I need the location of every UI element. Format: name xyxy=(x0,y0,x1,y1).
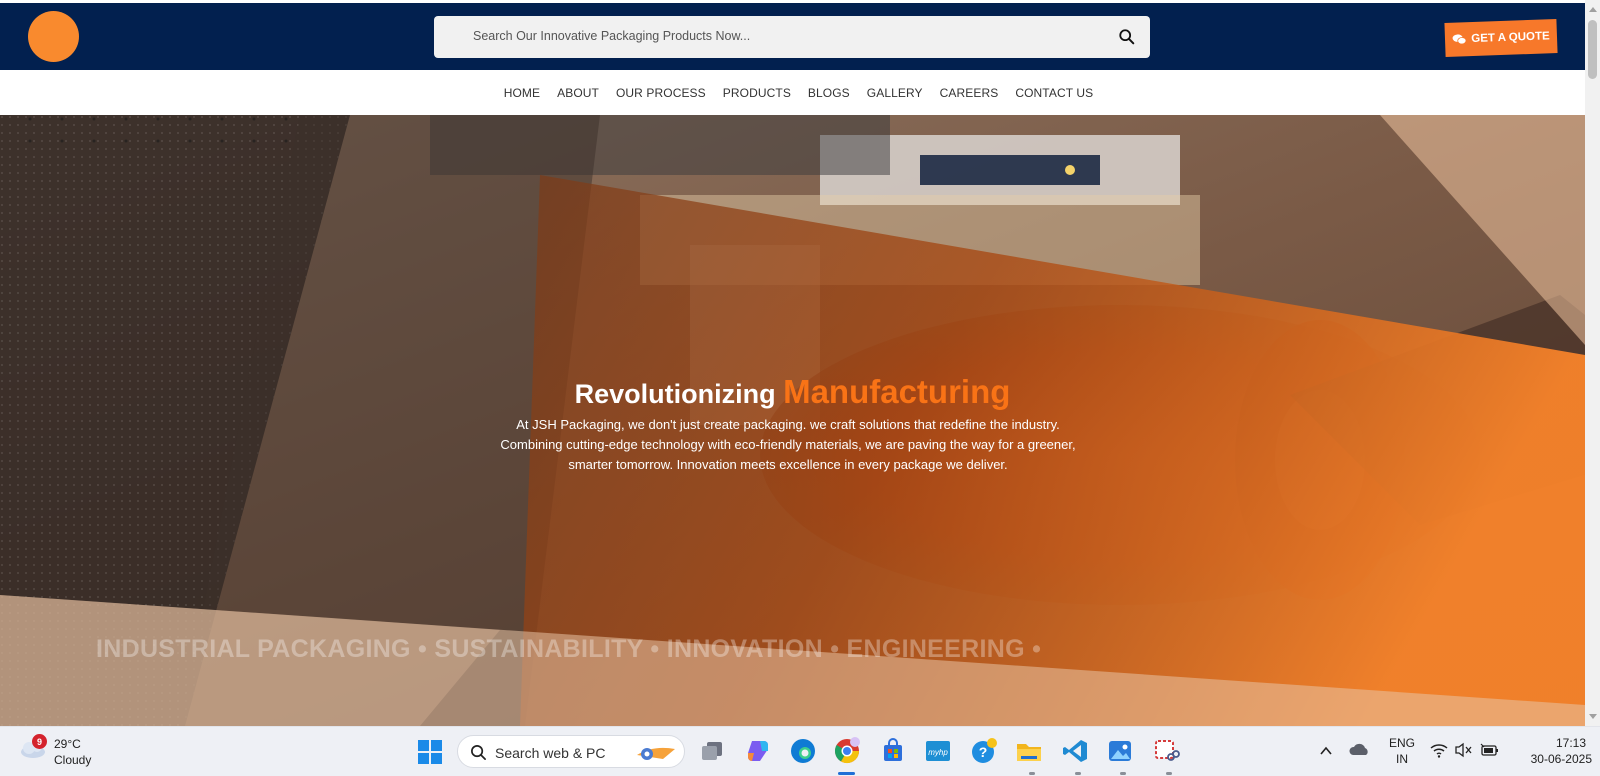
running-indicator xyxy=(1075,772,1081,775)
chat-icon xyxy=(1452,34,1467,45)
weather-widget[interactable]: 9 29°C Cloudy xyxy=(18,734,92,768)
page-scrollbar[interactable] xyxy=(1585,0,1600,726)
site-logo[interactable] xyxy=(28,11,79,62)
clock-time: 17:13 xyxy=(1555,736,1586,750)
vscode-icon[interactable] xyxy=(1061,737,1089,765)
search-icon[interactable] xyxy=(1118,28,1136,46)
wifi-icon[interactable] xyxy=(1430,742,1448,758)
language-indicator[interactable]: ENG IN xyxy=(1387,735,1417,767)
nav-home[interactable]: HOME xyxy=(504,86,540,100)
nav-careers[interactable]: CAREERS xyxy=(940,86,999,100)
windows-taskbar: 9 29°C Cloudy Search web & PC myhp ? ENG… xyxy=(0,726,1600,776)
hero-banner: Revolutionizing Manufacturing At JSH Pac… xyxy=(0,115,1585,726)
main-navigation: HOME ABOUT OUR PROCESS PRODUCTS BLOGS GA… xyxy=(0,70,1585,115)
scroll-up-arrow-icon[interactable] xyxy=(1589,7,1597,12)
language-line-1: ENG xyxy=(1388,736,1415,750)
weather-condition: Cloudy xyxy=(54,753,92,767)
cloud-weather-icon: 9 xyxy=(18,734,48,760)
search-icon xyxy=(471,745,486,760)
copilot-icon[interactable] xyxy=(744,737,772,765)
nav-about[interactable]: ABOUT xyxy=(557,86,599,100)
running-indicator xyxy=(1120,772,1126,775)
file-explorer-icon[interactable] xyxy=(1015,737,1043,765)
battery-icon[interactable] xyxy=(1479,742,1499,758)
get-a-quote-label: GET A QUOTE xyxy=(1471,30,1550,46)
windows-start-icon[interactable] xyxy=(417,739,443,765)
running-indicator xyxy=(1029,772,1035,775)
hero-title: Revolutionizing Manufacturing xyxy=(0,373,1585,411)
weather-temperature: 29°C xyxy=(54,737,81,751)
hero-description-line: smarter tomorrow. Innovation meets excel… xyxy=(568,457,1008,472)
site-header: Search Our Innovative Packaging Products… xyxy=(0,0,1585,70)
language-line-2: IN xyxy=(1396,752,1408,766)
hero-title-accent: Manufacturing xyxy=(783,373,1011,410)
get-a-quote-button[interactable]: GET A QUOTE xyxy=(1444,19,1558,57)
search-highlight-icon xyxy=(637,747,675,760)
onedrive-icon[interactable] xyxy=(1349,741,1371,759)
photos-icon[interactable] xyxy=(1106,737,1134,765)
taskbar-search-label: Search web & PC xyxy=(495,745,606,761)
volume-muted-icon[interactable] xyxy=(1454,742,1472,758)
myhp-icon[interactable]: myhp xyxy=(924,737,952,765)
scrollbar-thumb[interactable] xyxy=(1588,20,1597,79)
browser-page: Search Our Innovative Packaging Products… xyxy=(0,0,1600,776)
clock[interactable]: 17:13 30-06-2025 xyxy=(1512,735,1592,767)
snipping-tool-icon[interactable] xyxy=(1152,737,1180,765)
store-icon[interactable] xyxy=(879,737,907,765)
hero-description-line: Combining cutting-edge technology with e… xyxy=(500,437,1076,452)
nav-blogs[interactable]: BLOGS xyxy=(808,86,850,100)
nav-products[interactable]: PRODUCTS xyxy=(723,86,791,100)
svg-text:myhp: myhp xyxy=(928,748,948,757)
nav-contact-us[interactable]: CONTACT US xyxy=(1015,86,1093,100)
hero-title-plain: Revolutionizing xyxy=(574,379,776,409)
clock-date: 30-06-2025 xyxy=(1530,752,1592,766)
hero-description-line: At JSH Packaging, we don't just create p… xyxy=(516,417,1060,432)
help-icon[interactable]: ? xyxy=(970,737,998,765)
chrome-icon[interactable] xyxy=(833,737,861,765)
hero-marquee-text: INDUSTRIAL PACKAGING • SUSTAINABILITY • … xyxy=(96,635,1042,663)
nav-gallery[interactable]: GALLERY xyxy=(867,86,923,100)
search-input[interactable]: Search Our Innovative Packaging Products… xyxy=(473,29,750,43)
hero-description: At JSH Packaging, we don't just create p… xyxy=(478,415,1098,475)
edge-icon[interactable] xyxy=(789,737,817,765)
running-indicator xyxy=(838,772,855,775)
taskbar-search[interactable]: Search web & PC xyxy=(457,735,685,768)
scroll-down-arrow-icon[interactable] xyxy=(1589,714,1597,719)
running-indicator xyxy=(1166,772,1172,775)
chevron-up-icon[interactable] xyxy=(1318,743,1334,759)
task-view-icon[interactable] xyxy=(698,737,726,765)
weather-badge: 9 xyxy=(32,734,47,749)
nav-our-process[interactable]: OUR PROCESS xyxy=(616,86,706,100)
svg-text:?: ? xyxy=(979,744,988,760)
search-bar[interactable]: Search Our Innovative Packaging Products… xyxy=(434,16,1150,58)
